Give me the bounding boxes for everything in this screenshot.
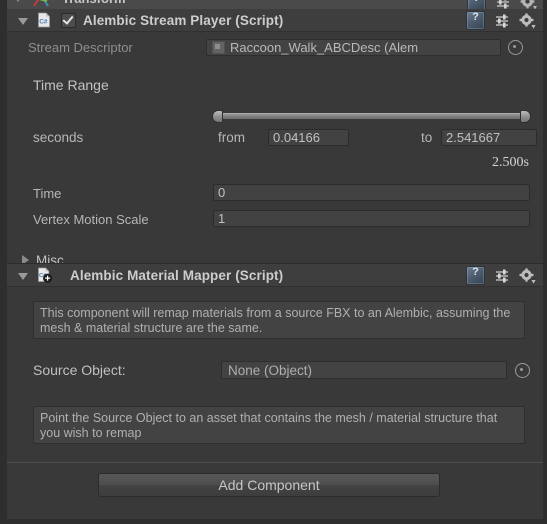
component-title-stream-player: Alembic Stream Player (Script): [83, 12, 284, 28]
gear-icon[interactable]: [519, 12, 536, 29]
object-picker-button[interactable]: [508, 40, 523, 55]
time-range-from-input[interactable]: 0.04166: [268, 129, 349, 146]
add-component-area: Add Component: [7, 463, 543, 519]
help-icon[interactable]: [466, 266, 485, 285]
preset-icon[interactable]: [494, 13, 510, 29]
component-alembic-stream-player: C# Alembic Stream Player (Script) ? Stre…: [7, 9, 543, 268]
material-mapper-header-icons: [466, 266, 536, 285]
label-time: Time: [33, 186, 62, 201]
row-source-object: Source Object: None (Object): [7, 360, 543, 382]
window-frame-bottom: [0, 519, 547, 524]
stream-descriptor-object-field[interactable]: Raccoon_Walk_ABCDesc (Alem: [206, 39, 501, 56]
preset-icon[interactable]: [495, 0, 511, 9]
csharp-script-icon: C#: [36, 12, 52, 28]
foldout-arrow-icon[interactable]: [18, 272, 28, 280]
source-object-hint: Point the Source Object to an asset that…: [33, 406, 525, 444]
window-frame-left: [0, 0, 7, 524]
transform-icon: [32, 0, 50, 8]
time-range-duration: 2.500s: [492, 155, 529, 170]
add-component-button[interactable]: Add Component: [98, 473, 440, 497]
csharp-add-script-icon: C#: [36, 267, 53, 283]
slider-handle-min[interactable]: [212, 110, 223, 123]
gear-icon[interactable]: [519, 267, 536, 284]
object-picker-button[interactable]: [515, 363, 530, 378]
component-enabled-checkbox[interactable]: [61, 12, 76, 28]
source-object-field[interactable]: None (Object): [221, 361, 507, 379]
stream-descriptor-value: Raccoon_Walk_ABCDesc (Alem: [230, 40, 419, 55]
time-input[interactable]: 0: [213, 184, 530, 201]
row-stream-descriptor: Stream Descriptor Raccoon_Walk_ABCDesc (…: [7, 38, 543, 57]
label-seconds: seconds: [33, 130, 84, 145]
help-icon[interactable]: [467, 0, 486, 9]
foldout-arrow-icon[interactable]: [17, 0, 23, 2]
window-frame-right: [543, 0, 547, 524]
slider-handle-max[interactable]: [520, 110, 531, 123]
label-source-object: Source Object:: [33, 362, 126, 378]
component-header-stream-player[interactable]: C# Alembic Stream Player (Script): [7, 9, 543, 32]
component-alembic-material-mapper: C# Alembic Material Mapper (Script) ? Th…: [7, 264, 543, 464]
vertex-motion-scale-input[interactable]: 1: [213, 210, 530, 227]
stream-player-header-icons: [466, 11, 536, 30]
help-icon[interactable]: [466, 11, 485, 30]
slider-fill: [218, 113, 525, 119]
row-vertex-motion-scale: Vertex Motion Scale 1: [7, 210, 543, 230]
material-mapper-description: This component will remap materials from…: [33, 301, 525, 339]
time-range-minmax-slider[interactable]: [212, 109, 531, 123]
label-from: from: [218, 130, 245, 145]
label-vertex-motion-scale: Vertex Motion Scale: [33, 212, 149, 227]
asset-icon: [212, 41, 225, 54]
svg-text:C#: C#: [39, 19, 48, 26]
component-header-material-mapper[interactable]: C# Alembic Material Mapper (Script): [7, 264, 543, 287]
gear-icon[interactable]: [520, 0, 537, 9]
inspector-panel: Transform: [0, 0, 547, 524]
row-time-range-seconds: seconds from 0.04166 to 2.541667: [7, 128, 543, 148]
transform-axes-icon: [33, 0, 49, 7]
label-time-range: Time Range: [33, 77, 109, 93]
row-time: Time 0: [7, 184, 543, 204]
transform-header-icons: [467, 0, 537, 9]
time-range-to-input[interactable]: 2.541667: [441, 129, 537, 146]
component-title-transform: Transform: [62, 0, 126, 6]
label-stream-descriptor: Stream Descriptor: [28, 40, 133, 55]
preset-icon[interactable]: [494, 268, 510, 284]
component-header-transform[interactable]: Transform: [7, 0, 543, 9]
component-title-material-mapper: Alembic Material Mapper (Script): [70, 267, 284, 283]
label-to: to: [421, 130, 433, 145]
foldout-arrow-icon[interactable]: [18, 17, 28, 25]
